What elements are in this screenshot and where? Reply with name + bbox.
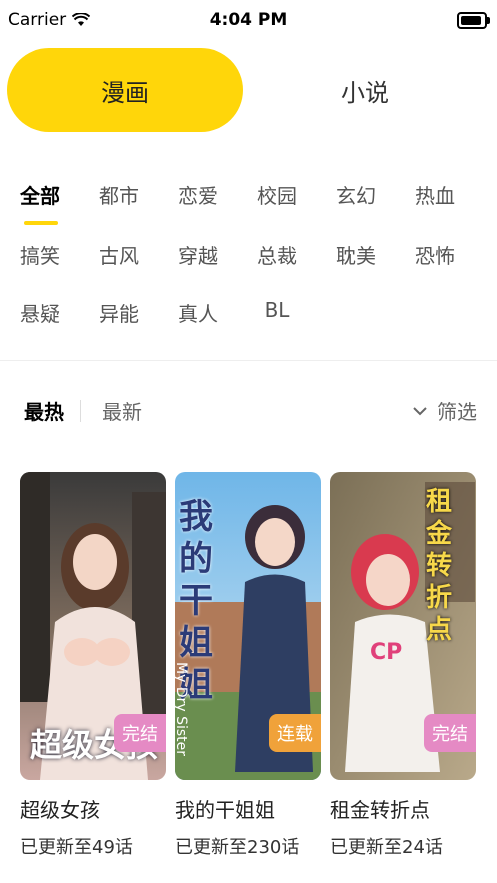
category-15[interactable]: BL [247, 298, 307, 322]
category-7[interactable]: 古风 [89, 240, 149, 269]
type-switch: 漫画 小说 [7, 48, 487, 132]
category-10[interactable]: 耽美 [326, 240, 386, 269]
comic-card[interactable]: 租金转折点 CP 完结 租金转折点 已更新至24话 [330, 472, 476, 859]
comic-title: 租金转折点 [330, 798, 430, 822]
category-12[interactable]: 悬疑 [10, 298, 70, 327]
category-3[interactable]: 校园 [247, 180, 307, 209]
category-14[interactable]: 真人 [168, 298, 228, 327]
sort-hot[interactable]: 最热 [24, 396, 64, 425]
category-8[interactable]: 穿越 [168, 240, 228, 269]
sort-new[interactable]: 最新 [102, 396, 142, 425]
category-5[interactable]: 热血 [405, 180, 465, 209]
cover-subtitle: My Dry Sister [175, 662, 189, 757]
cover-title: 租金转折点 [426, 487, 453, 645]
status-bar: Carrier 4:04 PM [0, 0, 497, 40]
status-time: 4:04 PM [209, 10, 288, 30]
status-badge: 完结 [114, 714, 166, 752]
tab-novel[interactable]: 小说 [243, 48, 487, 132]
comic-update: 已更新至49话 [20, 837, 133, 858]
comic-cover[interactable]: 租金转折点 CP 完结 [330, 472, 476, 780]
category-0[interactable]: 全部 [10, 180, 70, 209]
filter-button[interactable]: 筛选 [413, 396, 477, 425]
category-9[interactable]: 总裁 [247, 240, 307, 269]
comic-title: 我的干姐姐 [175, 798, 275, 822]
category-1[interactable]: 都市 [89, 180, 149, 209]
divider [0, 360, 497, 361]
filter-label: 筛选 [437, 400, 477, 424]
category-13[interactable]: 异能 [89, 298, 149, 327]
category-4[interactable]: 玄幻 [326, 180, 386, 209]
battery-icon [457, 12, 490, 29]
comic-card[interactable]: 超级女孩 完结 超级女孩 已更新至49话 [20, 472, 166, 859]
comic-title: 超级女孩 [20, 798, 100, 822]
sort-separator [80, 400, 81, 422]
status-badge: 连载 [269, 714, 321, 752]
category-11[interactable]: 恐怖 [405, 240, 465, 269]
battery-fill [461, 16, 481, 25]
sort-bar: 最热 最新 筛选 [0, 396, 497, 432]
comic-cover[interactable]: 超级女孩 完结 [20, 472, 166, 780]
status-badge: 完结 [424, 714, 476, 752]
tab-comic[interactable]: 漫画 [7, 48, 243, 132]
chevron-down-icon [413, 406, 427, 415]
category-selected-indicator [24, 221, 58, 225]
category-2[interactable]: 恋爱 [168, 180, 228, 209]
comic-update: 已更新至230话 [175, 837, 300, 858]
comic-update: 已更新至24话 [330, 837, 443, 858]
category-6[interactable]: 搞笑 [10, 240, 70, 269]
comic-cover[interactable]: 我的干姐姐 My Dry Sister 连载 [175, 472, 321, 780]
comic-card[interactable]: 我的干姐姐 My Dry Sister 连载 我的干姐姐 已更新至230话 [175, 472, 321, 859]
cover-shirt-label: CP [370, 640, 403, 665]
